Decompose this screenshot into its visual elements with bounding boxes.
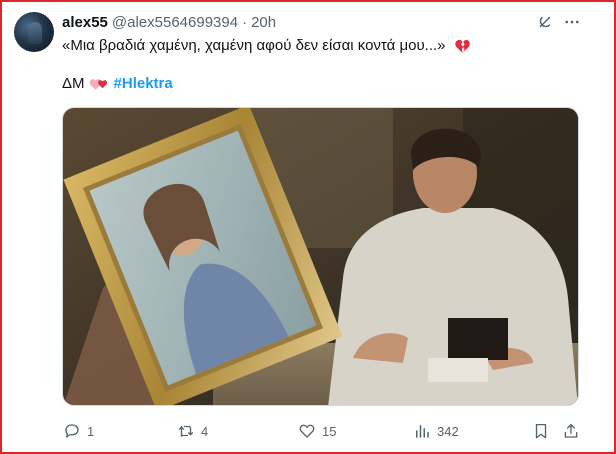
timestamp[interactable]: 20h — [251, 14, 276, 31]
view-count: 342 — [437, 423, 459, 439]
author-name[interactable]: alex55 — [62, 14, 108, 31]
share-button[interactable] — [562, 420, 580, 442]
author-handle[interactable]: @alex5564699394 — [112, 14, 238, 31]
tweet-actions: 1 4 15 342 — [0, 420, 616, 444]
analytics-icon — [416, 425, 429, 438]
video-still-image — [63, 108, 578, 405]
grok-icon[interactable] — [536, 13, 554, 31]
more-options-icon[interactable] — [563, 13, 581, 31]
avatar-figure — [28, 22, 42, 44]
broken-heart-icon — [455, 39, 470, 54]
repost-button[interactable]: 4 — [177, 420, 208, 442]
tweet-header: alex55 @alex5564699394 · 20h — [62, 12, 276, 32]
hashtag-link[interactable]: #Hlektra — [114, 75, 173, 92]
revolving-hearts-icon — [89, 78, 107, 90]
tweet-text-line2: ΔΜ #Hlektra — [62, 75, 173, 92]
avatar[interactable] — [14, 12, 54, 52]
tweet-quote: «Μια βραδιά χαμένη, χαμένη αφού δεν είσα… — [62, 37, 446, 54]
tweet-prefix: ΔΜ — [62, 75, 85, 92]
separator-dot: · — [242, 13, 248, 31]
heart-icon — [299, 424, 315, 438]
tweet-media[interactable] — [62, 107, 579, 406]
repost-icon — [178, 425, 194, 437]
tweet-text-line1: «Μια βραδιά χαμένη, χαμένη αφού δεν είσα… — [62, 37, 471, 54]
reply-button[interactable]: 1 — [63, 420, 94, 442]
reply-count: 1 — [87, 423, 95, 439]
bookmark-icon — [535, 423, 547, 439]
repost-count: 4 — [201, 423, 209, 439]
share-icon — [564, 423, 578, 438]
views-button[interactable]: 342 — [413, 420, 459, 442]
like-count: 15 — [322, 423, 337, 439]
bookmark-button[interactable] — [532, 420, 550, 442]
like-button[interactable]: 15 — [298, 420, 336, 442]
reply-icon — [65, 424, 79, 438]
